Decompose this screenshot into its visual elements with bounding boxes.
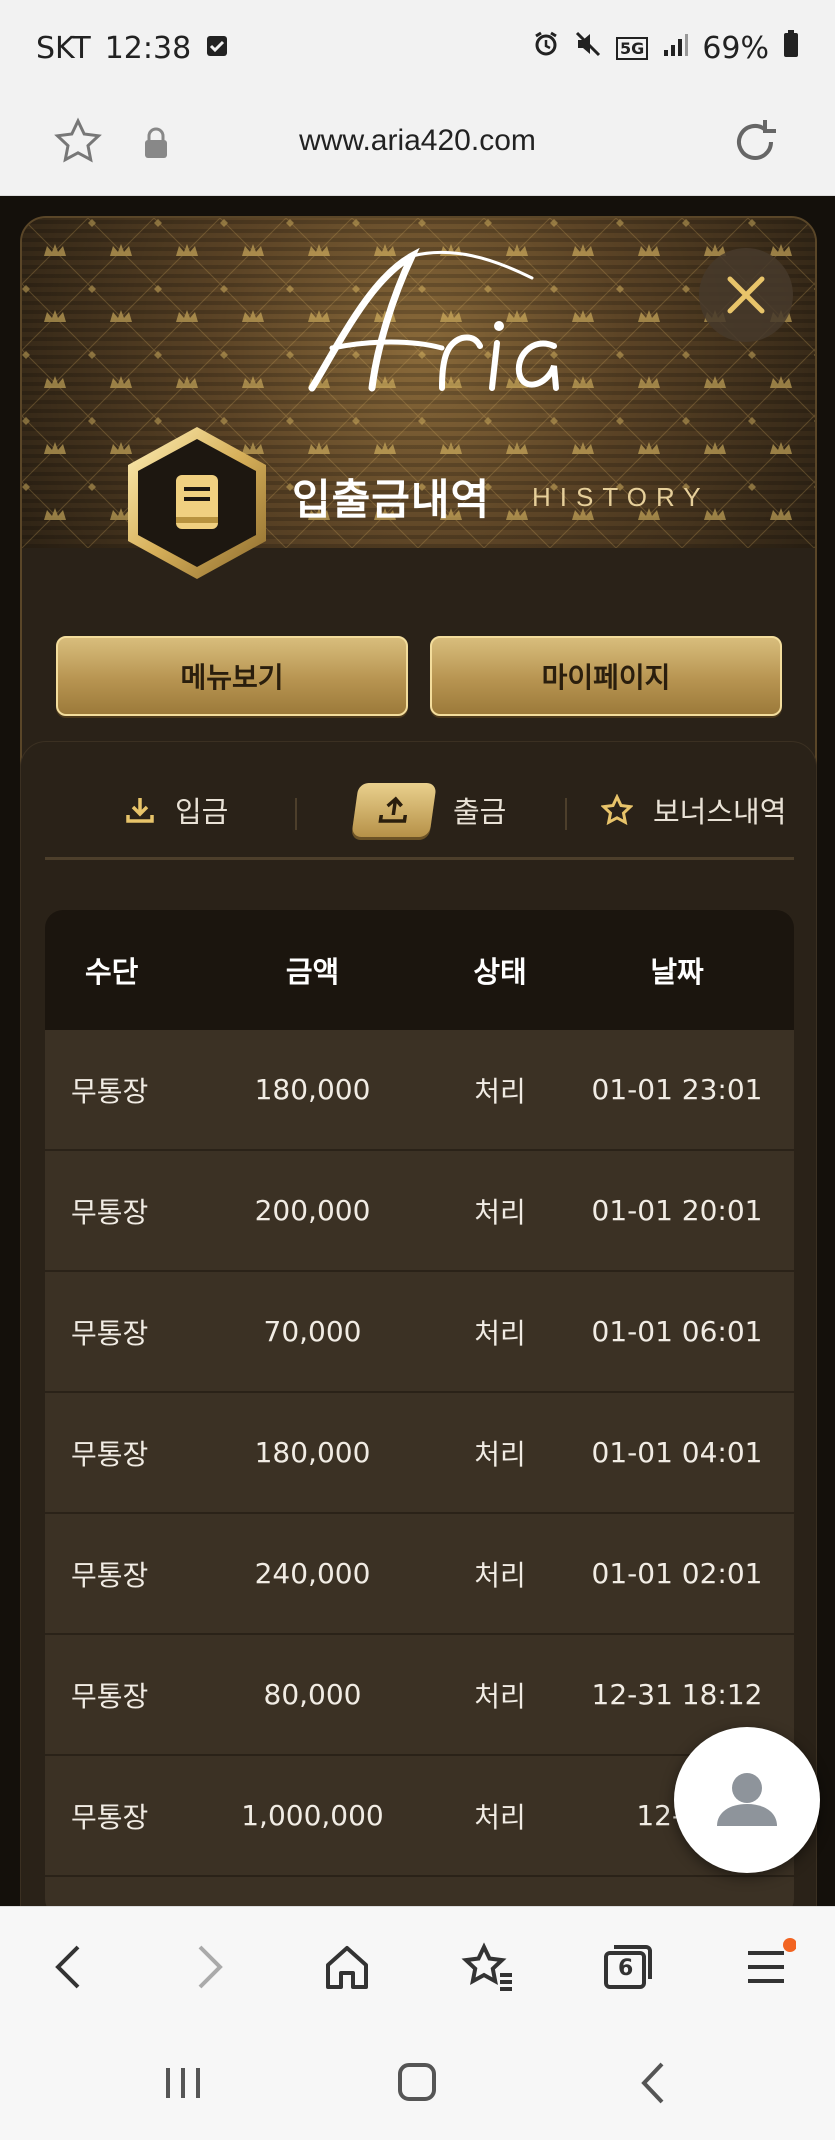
tab-bonus-label: 보너스내역 [653, 795, 787, 829]
aria-logo [308, 248, 559, 392]
column-header-status: 상태 [473, 955, 527, 989]
column-header-amount: 금액 [285, 955, 340, 989]
row-date: 01-01 23:01 [591, 1073, 763, 1106]
row-date: 12-31 18:12 [591, 1678, 763, 1711]
row-status: 처리 [474, 1437, 526, 1471]
row-amount: 180,000 [254, 1073, 371, 1106]
row-method: 무통장 [71, 1195, 149, 1229]
star-icon [601, 794, 633, 826]
row-date: 01-01 02:01 [591, 1557, 763, 1590]
row-method: 무통장 [71, 1437, 149, 1471]
tab-divider [565, 798, 567, 830]
row-method: 무통장 [71, 1558, 149, 1592]
history-panel: 입금 출금 보너스내역 수단 금액 상태 날짜 무통장 180,000 처리 0… [20, 741, 817, 1906]
row-amount: 180,000 [254, 1436, 371, 1469]
tab-deposit-label: 입금 [175, 795, 229, 829]
browser-nav-bar: 6 [0, 1906, 835, 2028]
menu-icon[interactable] [742, 1937, 797, 2001]
row-method: 무통장 [71, 1800, 149, 1834]
row-method: 무통장 [71, 1074, 149, 1108]
row-amount: 1,000,000 [241, 1799, 384, 1832]
status-bar: SKT 12:38 5G 69% [0, 0, 835, 96]
system-back-icon[interactable] [632, 2058, 678, 2112]
home-icon[interactable] [322, 1937, 372, 2001]
history-book-icon [128, 427, 266, 579]
browser-url-bar: www.aria420.com [0, 96, 835, 196]
column-header-method: 수단 [85, 955, 139, 989]
row-status: 처리 [474, 1074, 526, 1108]
row-status: 처리 [474, 1316, 526, 1350]
column-header-date: 날짜 [650, 955, 704, 989]
table-row: 무통장 180,000 처리 01-01 23:01 [45, 1030, 794, 1151]
row-amount: 70,000 [263, 1315, 362, 1348]
battery-label: 69% [702, 30, 769, 66]
system-nav-bar [0, 2028, 835, 2140]
page-title: 입출금내역 [292, 475, 491, 524]
network-5g-icon: 5G [616, 36, 649, 60]
row-status: 처리 [474, 1558, 526, 1592]
row-status: 처리 [474, 1800, 526, 1834]
table-header: 수단 금액 상태 날짜 [45, 910, 794, 1030]
mypage-button[interactable]: 마이페이지 [430, 636, 782, 716]
tab-count: 6 [618, 1956, 634, 1981]
row-status: 처리 [474, 1679, 526, 1713]
table-row: 무통장 180,000 처리 01-01 04:01 [45, 1393, 794, 1514]
tabs-icon[interactable]: 6 [600, 1937, 654, 2001]
table-row [45, 1877, 794, 1906]
alarm-icon [532, 30, 560, 66]
reload-icon[interactable] [727, 114, 783, 174]
bookmarks-icon[interactable] [460, 1937, 516, 2001]
download-icon [126, 798, 154, 823]
tab-divider [295, 798, 297, 830]
checkbox-notification-icon [205, 31, 229, 66]
history-table: 수단 금액 상태 날짜 무통장 180,000 처리 01-01 23:01 무… [45, 910, 794, 1906]
page-subtitle: HISTORY [532, 482, 710, 512]
tab-bonus[interactable]: 보너스내역 [601, 780, 786, 840]
page-content: 입출금내역 HISTORY 메뉴보기 마이페이지 입금 출금 보너스내역 수단 … [0, 196, 835, 1906]
row-method: 무통장 [71, 1679, 149, 1713]
row-date: 01-01 06:01 [591, 1315, 763, 1348]
row-amount: 80,000 [263, 1678, 362, 1711]
back-icon[interactable] [48, 1937, 88, 2001]
battery-icon [783, 30, 799, 66]
url-text[interactable]: www.aria420.com [0, 124, 835, 158]
row-method: 무통장 [71, 1316, 149, 1350]
row-status: 처리 [474, 1195, 526, 1229]
signal-icon [662, 31, 689, 66]
close-icon [727, 276, 765, 314]
carrier-label: SKT [36, 30, 91, 66]
user-icon [717, 1773, 777, 1826]
time-label: 12:38 [104, 30, 192, 66]
home-button-icon[interactable] [394, 2058, 440, 2112]
profile-button[interactable] [674, 1727, 820, 1873]
row-amount: 200,000 [254, 1194, 371, 1227]
forward-icon[interactable] [190, 1937, 230, 2001]
upload-icon [351, 783, 437, 837]
row-amount: 240,000 [254, 1557, 371, 1590]
row-date: 01-01 20:01 [591, 1194, 763, 1227]
menu-button[interactable]: 메뉴보기 [56, 636, 408, 716]
tab-withdraw[interactable]: 출금 [351, 780, 507, 840]
row-date: 01-01 04:01 [591, 1436, 763, 1469]
tab-bar: 입금 출금 보너스내역 [45, 770, 794, 860]
close-button[interactable] [699, 248, 793, 342]
tab-deposit[interactable]: 입금 [125, 780, 228, 840]
table-row: 무통장 80,000 처리 12-31 18:12 [45, 1635, 794, 1756]
tab-withdraw-label: 출금 [453, 795, 507, 829]
recent-apps-icon[interactable] [160, 2058, 206, 2112]
mute-icon [574, 30, 602, 66]
table-row: 무통장 70,000 처리 01-01 06:01 [45, 1272, 794, 1393]
table-row: 무통장 240,000 처리 01-01 02:01 [45, 1514, 794, 1635]
table-row: 무통장 200,000 처리 01-01 20:01 [45, 1151, 794, 1272]
